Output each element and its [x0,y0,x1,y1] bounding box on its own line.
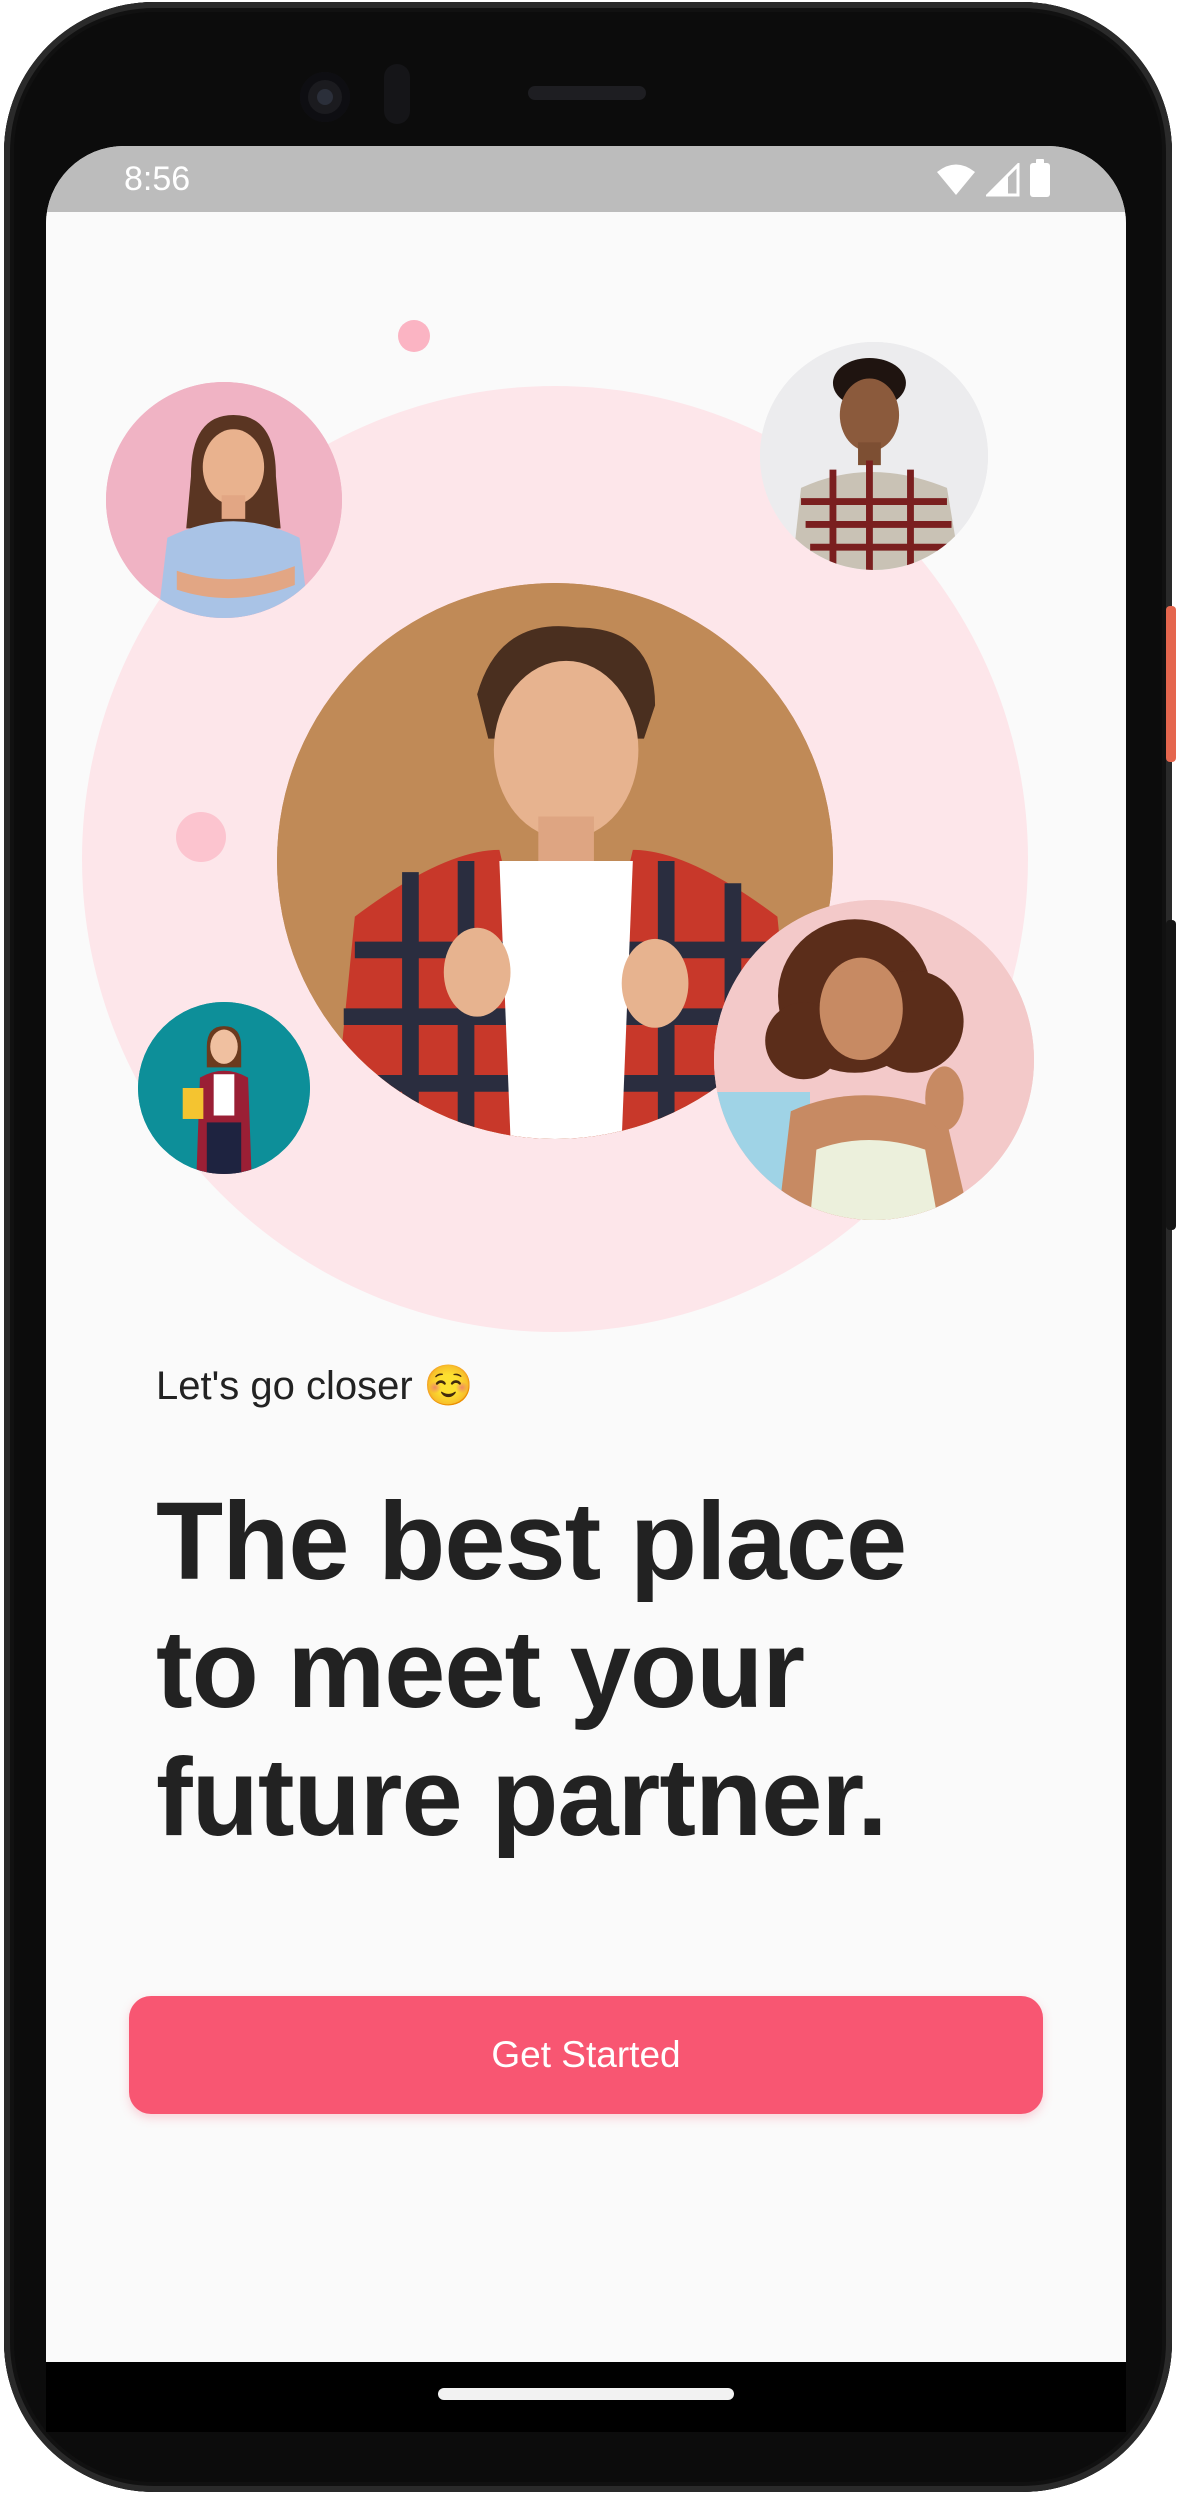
avatar-woman-curly-hair [714,900,1034,1220]
avatar-man-checked-shirt [760,342,988,570]
home-indicator[interactable] [438,2388,734,2400]
proximity-sensor [384,64,410,124]
volume-button[interactable] [1166,920,1176,1230]
front-camera [300,72,350,122]
wifi-icon [937,164,975,195]
person-photo-icon [760,342,988,570]
power-button[interactable] [1166,606,1176,762]
onboarding-screen: Let's go closer ☺️ The best place to mee… [46,212,1126,2362]
status-bar: 8:56 [46,146,1126,212]
avatar-woman-red-cardigan [138,1002,310,1174]
battery-icon [1030,159,1050,197]
phone-device: 8:56 Let's go closer ☺️ The best place t… [0,0,1178,2498]
onboarding-subtitle: Let's go closer ☺️ [156,1364,474,1408]
screen: 8:56 Let's go closer ☺️ The best place t… [46,146,1126,2362]
earpiece-speaker [528,86,646,100]
person-photo-icon [106,382,342,618]
status-time: 8:56 [124,160,191,198]
person-photo-icon [138,1002,310,1174]
get-started-button[interactable]: Get Started [129,1996,1043,2114]
decorative-dot [176,812,226,862]
cellular-signal-icon [986,163,1020,197]
onboarding-headline: The best place to meet your future partn… [156,1480,907,1859]
decorative-dot [398,320,430,352]
avatar-woman-blue-top [106,382,342,618]
person-photo-icon [714,900,1034,1220]
status-icons [936,159,1050,200]
